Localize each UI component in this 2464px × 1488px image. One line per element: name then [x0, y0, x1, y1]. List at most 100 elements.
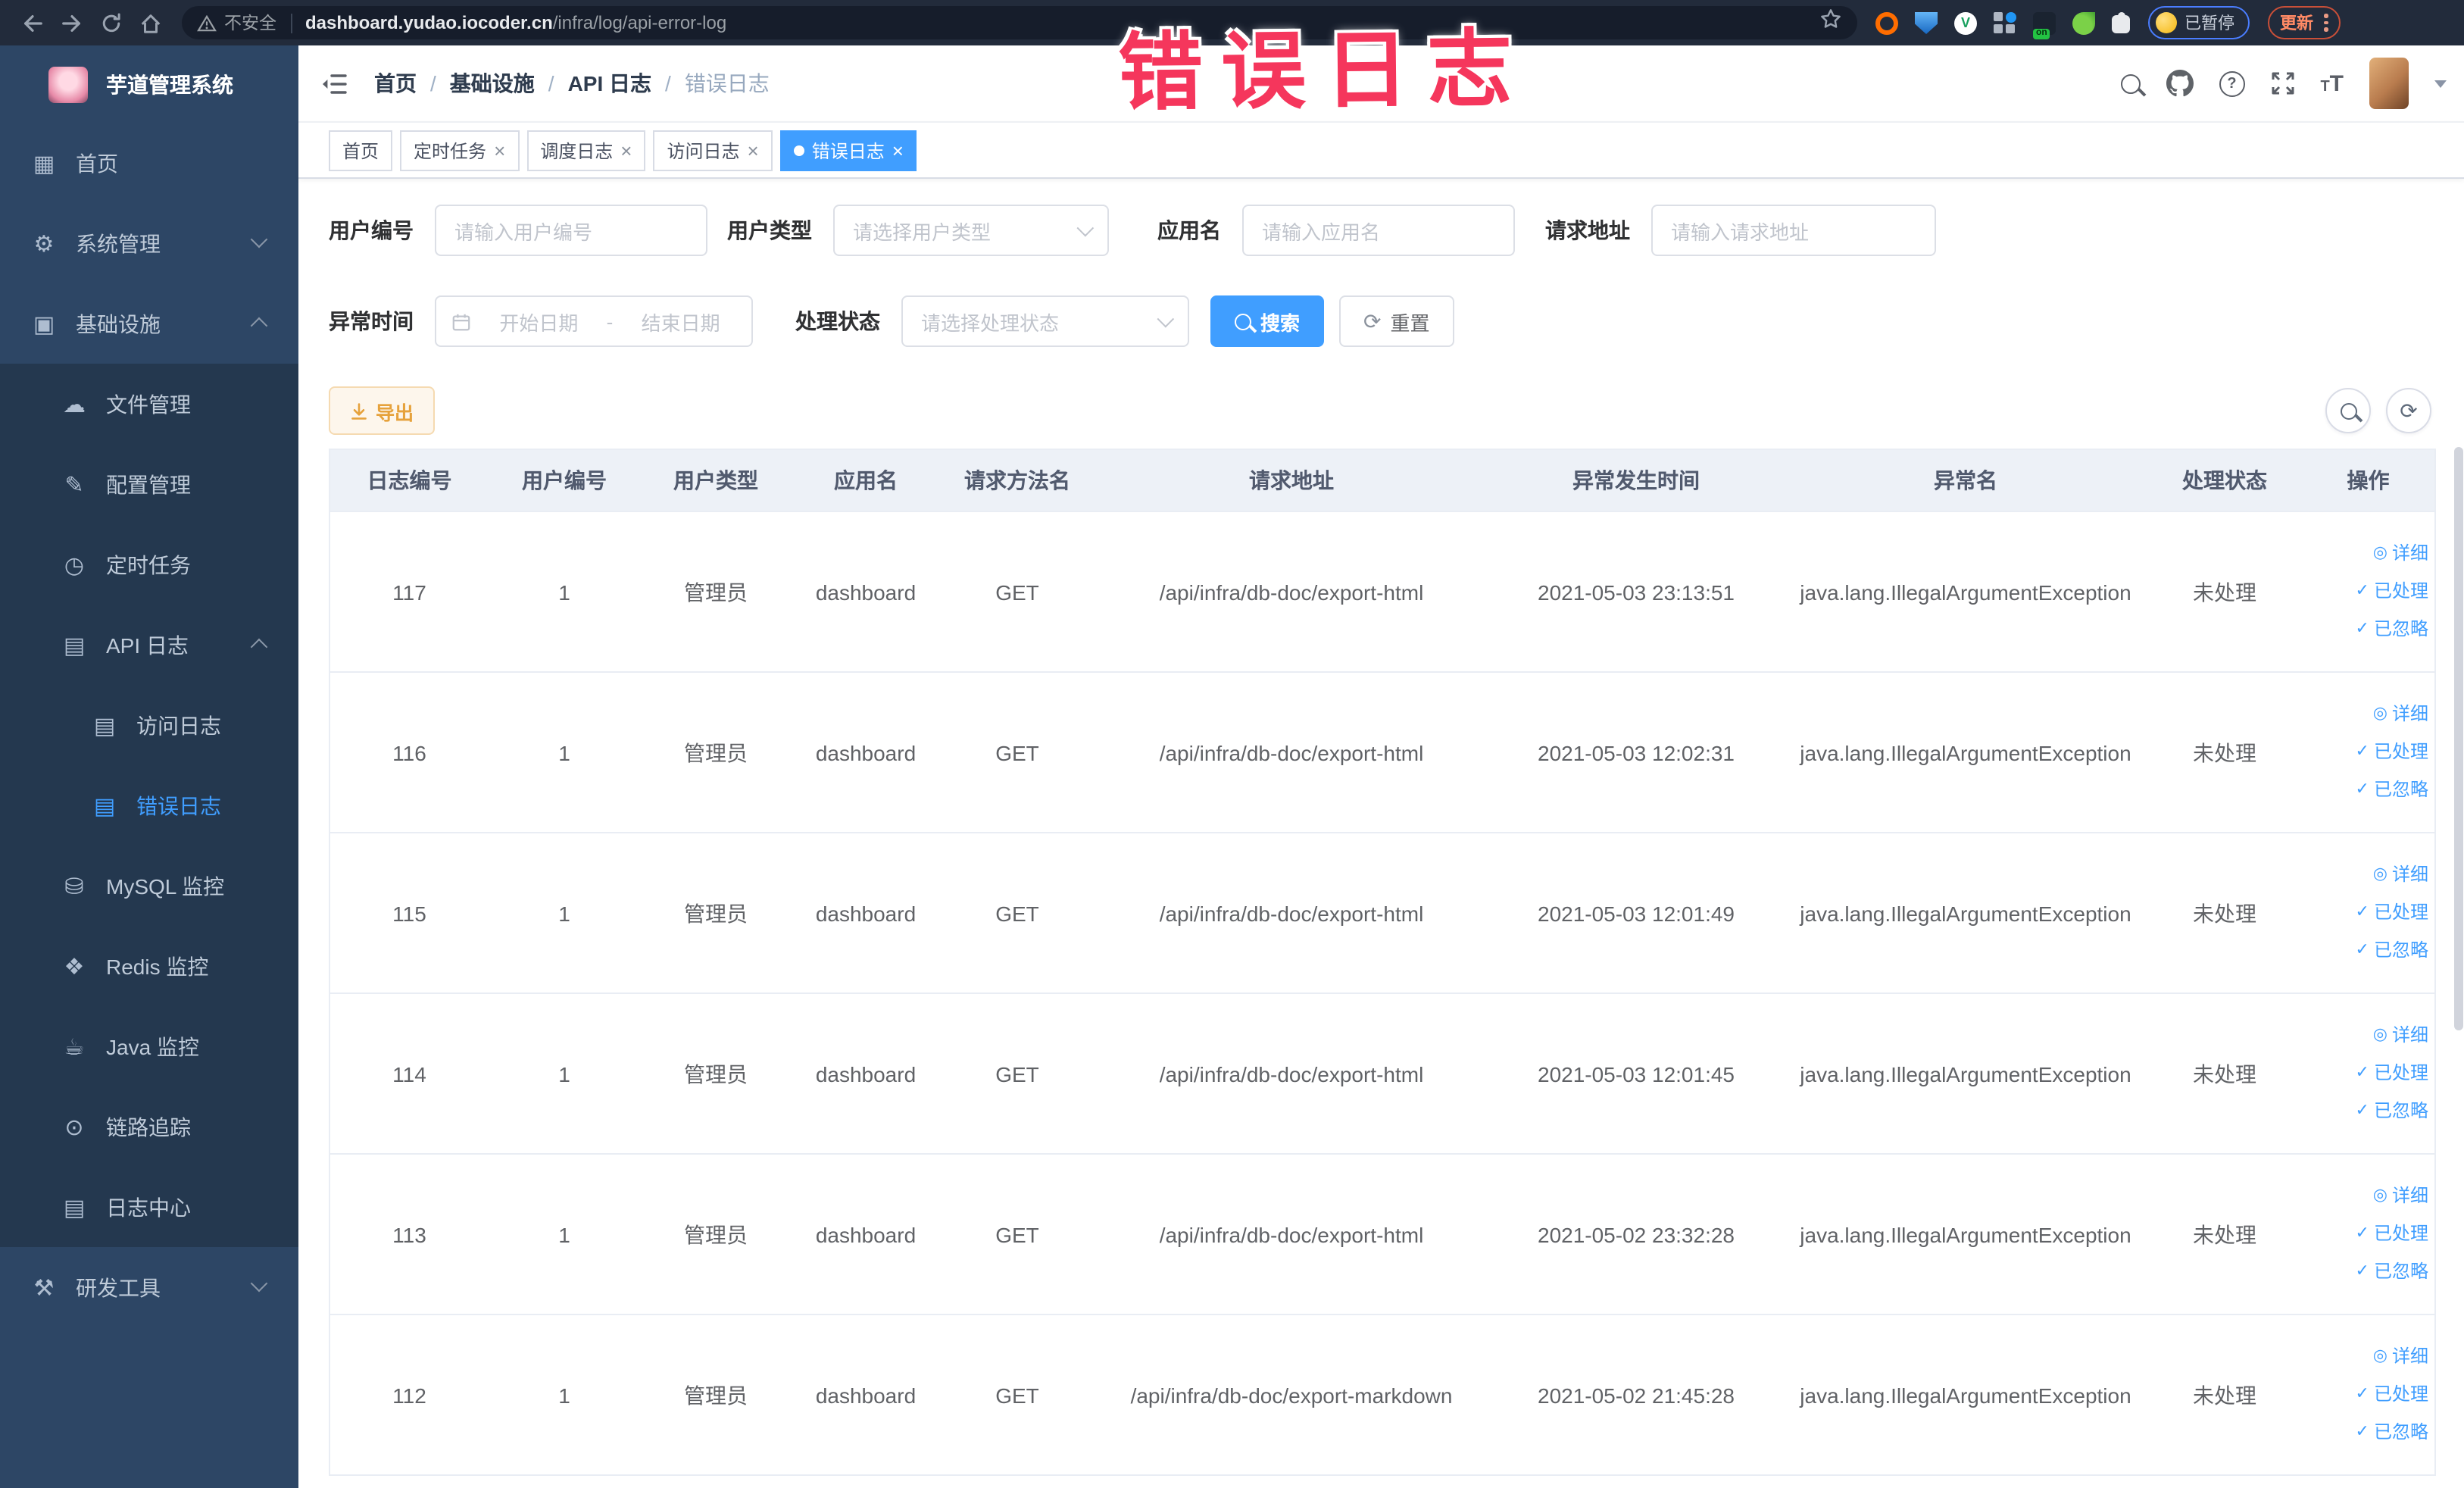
- cell-log-id: 114: [329, 993, 489, 1154]
- sidebar-item-error-log[interactable]: ▤ 错误日志: [0, 765, 298, 846]
- user-avatar[interactable]: [2369, 58, 2409, 109]
- breadcrumb-current: 错误日志: [684, 71, 770, 95]
- sidebar-item-scheduled-jobs[interactable]: ◷ 定时任务: [0, 524, 298, 605]
- sidebar-item-java-monitor[interactable]: ☕ Java 监控: [0, 1006, 298, 1086]
- help-icon[interactable]: ?: [2219, 70, 2245, 96]
- detail-link[interactable]: ◎ 详细: [2373, 542, 2428, 567]
- detail-link[interactable]: ◎ 详细: [2373, 1345, 2428, 1371]
- processed-link[interactable]: ✓ 已处理: [2356, 1221, 2428, 1247]
- tag-error-log[interactable]: 错误日志 ×: [779, 130, 917, 170]
- extension-orange-icon[interactable]: [1875, 11, 1898, 34]
- request-url-input[interactable]: 请输入请求地址: [1651, 205, 1936, 256]
- user-type-select[interactable]: 请选择用户类型: [833, 205, 1109, 256]
- hide-search-button[interactable]: [2325, 388, 2371, 433]
- action-label: 详细: [2391, 703, 2428, 725]
- exception-time-label: 异常时间: [329, 309, 414, 333]
- close-icon[interactable]: ×: [892, 140, 904, 160]
- close-icon[interactable]: ×: [494, 140, 505, 160]
- extension-grid-icon[interactable]: [1994, 11, 2016, 34]
- sidebar-item-config-management[interactable]: ✎ 配置管理: [0, 444, 298, 524]
- sidebar-item-access-log[interactable]: ▤ 访问日志: [0, 685, 298, 765]
- reset-button[interactable]: ⟳ 重置: [1339, 295, 1454, 347]
- close-icon[interactable]: ×: [748, 140, 759, 160]
- browser-menu-icon[interactable]: [2324, 14, 2328, 32]
- sidebar-item-log-center[interactable]: ▤ 日志中心: [0, 1167, 298, 1247]
- filter-row-1: 用户编号 请输入用户编号 用户类型 请选择用户类型 应用名 请输入应用名 请求地…: [329, 205, 2434, 256]
- avatar-dropdown-icon[interactable]: [2434, 80, 2447, 87]
- ignored-link[interactable]: ✓ 已忽略: [2356, 1420, 2428, 1446]
- ignored-link[interactable]: ✓ 已忽略: [2356, 938, 2428, 964]
- sidebar-fold-icon[interactable]: [321, 72, 347, 95]
- app-name-input[interactable]: 请输入应用名: [1242, 205, 1515, 256]
- security-chip[interactable]: 不安全: [197, 11, 276, 35]
- tag-home[interactable]: 首页: [329, 130, 393, 170]
- extension-leaf-icon[interactable]: [2072, 11, 2095, 34]
- tag-scheduled-jobs[interactable]: 定时任务 ×: [400, 130, 520, 170]
- export-button[interactable]: 导出: [329, 386, 436, 435]
- action-label: 详细: [2391, 1024, 2428, 1046]
- search-icon[interactable]: [2120, 73, 2141, 93]
- scrollbar-thumb[interactable]: [2454, 447, 2463, 1030]
- sidebar-item-dev-tools[interactable]: ⚒ 研发工具: [0, 1247, 298, 1327]
- cell-actions: ◎ 详细 ✓ 已处理 ✓ 已忽略: [2302, 993, 2435, 1154]
- sidebar-item-label: 日志中心: [106, 1195, 191, 1219]
- col-user-id: 用户编号: [489, 449, 640, 511]
- ignored-link[interactable]: ✓ 已忽略: [2356, 1259, 2428, 1285]
- start-date-placeholder: 开始日期: [499, 311, 579, 334]
- sidebar-item-mysql-monitor[interactable]: ⛁ MySQL 监控: [0, 846, 298, 926]
- cell-url: /api/infra/db-doc/export-html: [1095, 671, 1488, 833]
- browser-home-icon[interactable]: [130, 3, 170, 42]
- user-id-input[interactable]: 请输入用户编号: [435, 205, 707, 256]
- sidebar-logo[interactable]: 芋道管理系统: [0, 45, 298, 123]
- detail-link[interactable]: ◎ 详细: [2373, 863, 2428, 889]
- exception-time-range-picker[interactable]: 开始日期 - 结束日期: [435, 295, 753, 347]
- browser-update-button[interactable]: 更新: [2268, 6, 2340, 39]
- processed-link[interactable]: ✓ 已处理: [2356, 1382, 2428, 1408]
- detail-link[interactable]: ◎ 详细: [2373, 1024, 2428, 1049]
- sidebar-item-tracing[interactable]: ⊙ 链路追踪: [0, 1086, 298, 1167]
- process-status-label: 处理状态: [795, 309, 880, 333]
- extension-v-icon[interactable]: V: [1954, 11, 1977, 34]
- browser-back-icon[interactable]: [12, 3, 52, 42]
- ignored-link[interactable]: ✓ 已忽略: [2356, 1099, 2428, 1124]
- processed-link[interactable]: ✓ 已处理: [2356, 900, 2428, 926]
- close-icon[interactable]: ×: [620, 140, 632, 160]
- process-status-select[interactable]: 请选择处理状态: [901, 295, 1189, 347]
- extension-on-icon[interactable]: on: [2033, 11, 2056, 39]
- tag-access-log[interactable]: 访问日志 ×: [653, 130, 773, 170]
- sidebar-item-home[interactable]: ▦ 首页: [0, 123, 298, 203]
- sidebar-item-file-management[interactable]: ☁ 文件管理: [0, 364, 298, 444]
- sidebar-item-system-management[interactable]: ⚙ 系统管理: [0, 203, 298, 283]
- refresh-button[interactable]: ⟳: [2386, 388, 2431, 433]
- browser-forward-icon[interactable]: [52, 3, 91, 42]
- profile-paused-chip[interactable]: 已暂停: [2148, 6, 2250, 39]
- sidebar-item-api-log[interactable]: ▤ API 日志: [0, 605, 298, 685]
- ignored-link[interactable]: ✓ 已忽略: [2356, 617, 2428, 642]
- url-bar[interactable]: 不安全 dashboard.yudao.iocoder.cn /infra/lo…: [182, 6, 1857, 39]
- tag-label: 定时任务: [414, 140, 487, 161]
- processed-link[interactable]: ✓ 已处理: [2356, 579, 2428, 605]
- ignored-link[interactable]: ✓ 已忽略: [2356, 777, 2428, 803]
- fullscreen-icon[interactable]: [2270, 71, 2294, 95]
- tag-schedule-log[interactable]: 调度日志 ×: [526, 130, 646, 170]
- breadcrumb-api-log[interactable]: API 日志: [568, 68, 651, 98]
- search-button[interactable]: 搜索: [1210, 295, 1325, 347]
- browser-reload-icon[interactable]: [91, 3, 130, 42]
- breadcrumb-separator: /: [665, 71, 671, 95]
- sidebar-item-redis-monitor[interactable]: ❖ Redis 监控: [0, 926, 298, 1006]
- cell-user-type: 管理员: [640, 993, 792, 1154]
- processed-link[interactable]: ✓ 已处理: [2356, 1061, 2428, 1086]
- user-type-label: 用户类型: [727, 218, 812, 242]
- processed-link[interactable]: ✓ 已处理: [2356, 739, 2428, 765]
- detail-link[interactable]: ◎ 详细: [2373, 1184, 2428, 1210]
- sidebar-item-infrastructure[interactable]: ▣ 基础设施: [0, 283, 298, 364]
- extension-shield-icon[interactable]: [1915, 11, 1938, 34]
- github-icon[interactable]: [2166, 70, 2194, 97]
- breadcrumb-home[interactable]: 首页: [374, 68, 417, 98]
- detail-link[interactable]: ◎ 详细: [2373, 702, 2428, 728]
- bookmark-star-icon[interactable]: [1819, 8, 1842, 38]
- font-size-icon[interactable]: TT: [2320, 72, 2344, 95]
- extension-tray: V on: [1875, 11, 2130, 39]
- extensions-puzzle-icon[interactable]: [2112, 11, 2130, 33]
- breadcrumb-infrastructure[interactable]: 基础设施: [450, 68, 535, 98]
